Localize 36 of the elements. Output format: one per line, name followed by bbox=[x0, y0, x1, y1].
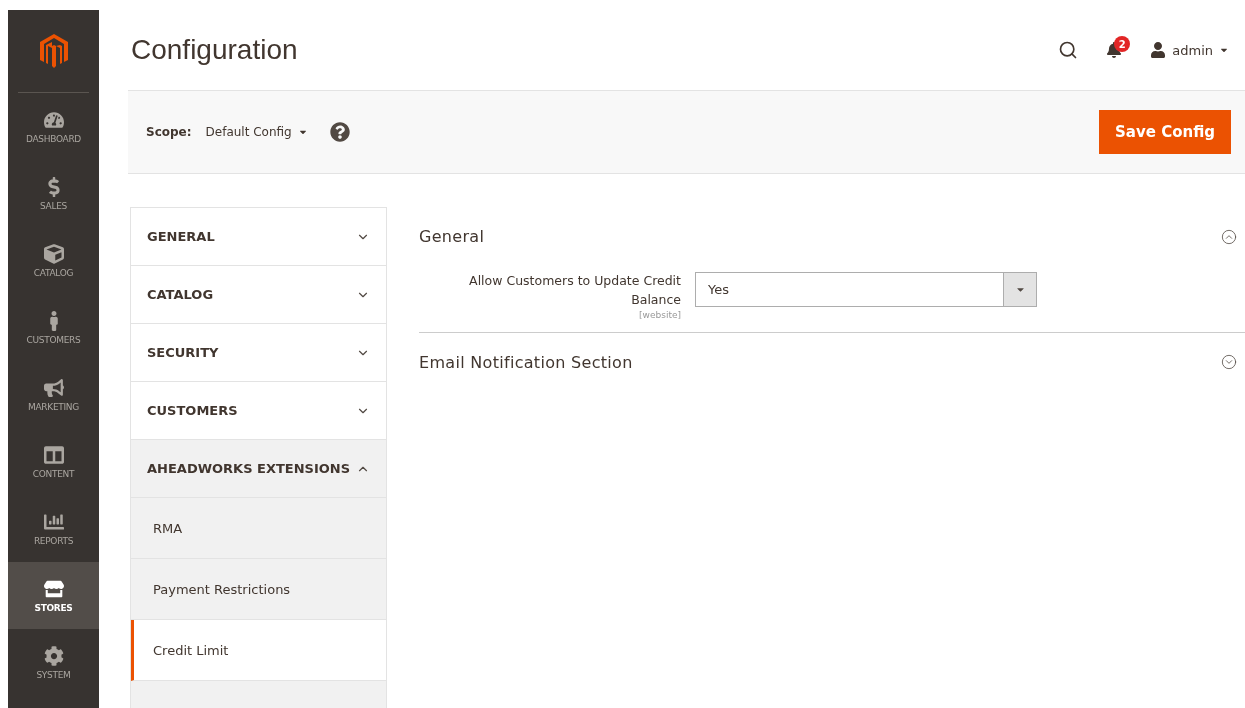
section-header[interactable]: General bbox=[419, 207, 1245, 266]
nav-item[interactable]: CONTENT bbox=[8, 428, 99, 495]
nav-item[interactable]: SYSTEM bbox=[8, 629, 99, 696]
layout-icon bbox=[43, 444, 64, 465]
expand-icon bbox=[1221, 354, 1237, 370]
store-icon bbox=[43, 578, 64, 599]
notification-count: 2 bbox=[1114, 36, 1131, 52]
help-icon[interactable] bbox=[329, 122, 350, 142]
gear-icon bbox=[43, 645, 64, 666]
nav-item[interactable]: DASHBOARD bbox=[8, 93, 99, 160]
page-title: Configuration bbox=[131, 34, 299, 66]
collapse-icon bbox=[1221, 228, 1237, 245]
config-tab[interactable]: AHEADWORKS EXTENSIONS bbox=[131, 440, 386, 498]
user-icon bbox=[1150, 42, 1167, 58]
gauge-icon bbox=[43, 109, 64, 130]
cube-icon bbox=[43, 243, 64, 264]
nav-item[interactable]: STORES bbox=[8, 562, 99, 629]
nav-item[interactable]: CATALOG bbox=[8, 227, 99, 294]
scope-hint: [website] bbox=[639, 309, 681, 320]
nav-item[interactable]: REPORTS bbox=[8, 495, 99, 562]
scope-dropdown[interactable]: Default Config bbox=[205, 125, 308, 139]
logo-icon bbox=[39, 34, 68, 68]
config-subtab[interactable]: RMA bbox=[131, 498, 386, 559]
config-subtab[interactable]: Credit Limit bbox=[131, 620, 386, 681]
field-label: Allow Customers to Update Credit Balance bbox=[468, 272, 681, 309]
scope-label: Scope: bbox=[146, 125, 192, 139]
user-menu[interactable]: admin bbox=[1150, 42, 1229, 58]
nav-item[interactable]: MARKETING bbox=[8, 361, 99, 428]
config-subtab[interactable]: Payment Restrictions bbox=[131, 559, 386, 620]
select-field[interactable]: Yes bbox=[695, 272, 1037, 307]
nav-item[interactable]: CUSTOMERS bbox=[8, 294, 99, 361]
save-button[interactable]: Save Config bbox=[1099, 110, 1231, 154]
search-icon[interactable] bbox=[1058, 40, 1079, 60]
megaphone-icon bbox=[43, 377, 64, 398]
nav-item[interactable]: SALES bbox=[8, 160, 99, 227]
section-header[interactable]: Email Notification Section bbox=[419, 332, 1245, 392]
